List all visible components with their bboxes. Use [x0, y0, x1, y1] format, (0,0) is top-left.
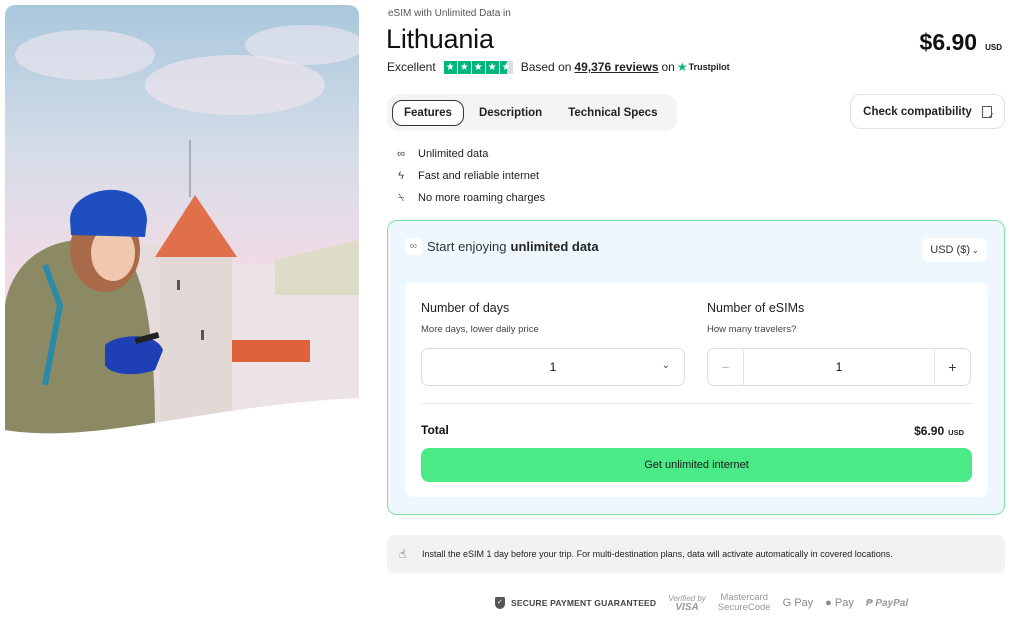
trustpilot-star-icon: ★ — [676, 60, 688, 74]
install-notice-text: Install the eSIM 1 day before your trip.… — [422, 549, 893, 559]
esims-label: Number of eSIMs — [707, 301, 805, 315]
days-section: Number of days More days, lower daily pr… — [421, 301, 685, 386]
apple-pay-logo: ● Pay — [825, 597, 854, 609]
phone-check-icon — [981, 105, 995, 120]
price-amount: $6.90 — [919, 29, 978, 55]
mastercard-securecode-logo: Mastercard SecureCode — [718, 593, 771, 613]
plan-config: Number of days More days, lower daily pr… — [405, 283, 988, 497]
total-currency: USD — [948, 428, 964, 437]
trustpilot-logo: Trustpilot — [688, 62, 730, 72]
rating-label: Excellent — [387, 60, 436, 74]
days-value: 1 — [549, 360, 557, 374]
secure-payment-label: SECURE PAYMENT GUARANTEED — [511, 598, 657, 608]
chevron-down-icon: ⌄ — [972, 245, 979, 255]
features-list: ∞ Unlimited data ϟ Fast and reliable int… — [394, 143, 545, 209]
days-label: Number of days — [421, 301, 510, 315]
visa-bottom-text: VISA — [675, 602, 699, 613]
star-icon: ★ — [457, 60, 471, 74]
rating-on: on — [661, 60, 675, 74]
product-tabs: Features Description Technical Specs — [387, 94, 677, 131]
feature-label: No more roaming charges — [418, 192, 546, 204]
price-currency: USD — [985, 43, 1002, 52]
feature-label: Unlimited data — [418, 148, 489, 160]
infinity-icon: ∞ — [397, 148, 405, 160]
feature-label: Fast and reliable internet — [418, 170, 540, 182]
plan-heading: ∞ Start enjoying unlimited data — [405, 238, 599, 255]
shield-check-icon: ✓ — [495, 597, 505, 609]
plan-card: ∞ Start enjoying unlimited data USD ($) … — [387, 220, 1005, 515]
lightning-icon: ϟ — [398, 170, 404, 182]
check-compatibility-label: Check compatibility — [863, 105, 972, 118]
feature-item: ∞ Unlimited data — [394, 143, 545, 165]
feature-item: ⍀ No more roaming charges — [394, 187, 545, 209]
paypal-text: PayPal — [875, 597, 909, 609]
product-eyebrow: eSIM with Unlimited Data in — [388, 8, 511, 19]
check-compatibility-button[interactable]: Check compatibility — [850, 94, 1005, 129]
mc-bottom-text: SecureCode — [717, 602, 771, 613]
total-amount: $6.90 — [914, 424, 945, 438]
infinity-icon: ∞ — [405, 238, 422, 255]
divider — [421, 403, 972, 404]
star-icon: ★ — [485, 60, 499, 74]
apple-icon: ● — [825, 597, 832, 609]
rating-stars: ★ ★ ★ ★ ★ — [443, 60, 513, 74]
apple-pay-text: Pay — [831, 597, 854, 609]
tab-technical-specs[interactable]: Technical Specs — [557, 100, 668, 126]
esims-section: Number of eSIMs How many travelers? − 1 … — [707, 301, 971, 386]
esims-quantity-stepper: − 1 + — [707, 348, 971, 386]
total-label: Total — [421, 423, 449, 437]
trustpilot-rating: Excellent ★ ★ ★ ★ ★ Based on 49,376 revi… — [387, 60, 730, 74]
plan-heading-prefix: Start enjoying — [427, 239, 507, 254]
verified-by-visa-logo: Verified by VISA — [668, 594, 706, 613]
secure-payment-badge: ✓ SECURE PAYMENT GUARANTEED — [495, 597, 656, 609]
hero-image — [5, 5, 359, 435]
header-price: $6.90 USD — [920, 29, 1002, 56]
paypal-logo: ₱ PayPal — [866, 598, 908, 609]
paypal-icon: ₱ — [865, 597, 876, 609]
page-title: Lithuania — [386, 24, 494, 54]
tab-description[interactable]: Description — [468, 100, 553, 126]
currency-select-value: USD ($) — [930, 244, 971, 256]
total-price: $6.90 USD — [914, 424, 964, 438]
star-icon: ★ — [471, 60, 485, 74]
tap-hand-icon: ☝ — [399, 547, 407, 561]
feature-item: ϟ Fast and reliable internet — [394, 165, 545, 187]
esims-sublabel: How many travelers? — [707, 324, 797, 335]
no-signal-icon: ⍀ — [397, 191, 405, 204]
install-notice: ☝ Install the eSIM 1 day before your tri… — [387, 535, 1005, 573]
get-unlimited-internet-button[interactable]: Get unlimited internet — [421, 448, 972, 482]
decrement-button[interactable]: − — [708, 349, 744, 385]
star-half-icon: ★ — [499, 60, 513, 74]
star-icon: ★ — [443, 60, 457, 74]
payment-methods: ✓ SECURE PAYMENT GUARANTEED Verified by … — [495, 593, 908, 613]
days-select[interactable]: 1 ⌄ — [421, 348, 685, 386]
rating-based-on: Based on — [520, 60, 572, 74]
increment-button[interactable]: + — [934, 349, 970, 385]
google-pay-logo: G Pay — [782, 597, 814, 609]
chevron-down-icon: ⌄ — [661, 360, 670, 371]
esims-value[interactable]: 1 — [744, 360, 934, 374]
days-sublabel: More days, lower daily price — [421, 324, 539, 335]
tab-features[interactable]: Features — [392, 99, 464, 126]
plan-heading-bold: unlimited data — [510, 239, 599, 254]
currency-select[interactable]: USD ($) ⌄ — [922, 238, 987, 262]
reviews-link[interactable]: 49,376 reviews — [574, 60, 658, 74]
